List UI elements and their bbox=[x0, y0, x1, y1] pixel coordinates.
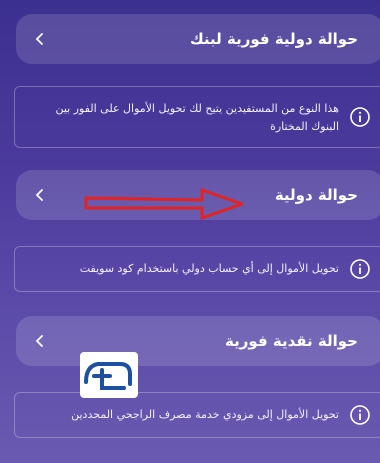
section-title: حوالة نقدية فورية bbox=[225, 332, 358, 350]
info-icon bbox=[350, 405, 370, 425]
chevron-left-icon bbox=[35, 189, 43, 201]
info-text-line-1: هذا النوع من المستفيدين يتيح لك تحويل ال… bbox=[55, 102, 339, 115]
info-box: تحويل الأموال إلى أي حساب دولي باستخدام … bbox=[14, 246, 380, 292]
info-text-line-2: البنوك المختارة bbox=[270, 120, 339, 133]
info-text-line-1: تحويل الأموال إلى مزودي خدمة مصرف الراجح… bbox=[71, 408, 339, 421]
info-box: هذا النوع من المستفيدين يتيح لك تحويل ال… bbox=[14, 86, 380, 148]
section-title: حوالة دولية bbox=[274, 186, 358, 204]
info-text-line-1: تحويل الأموال إلى أي حساب دولي باستخدام … bbox=[79, 262, 339, 275]
info-box: تحويل الأموال إلى مزودي خدمة مصرف الراجح… bbox=[14, 392, 380, 438]
info-icon bbox=[350, 107, 370, 127]
chevron-left-icon bbox=[35, 33, 43, 45]
section-title: حوالة دولية فورية لبنك bbox=[189, 30, 358, 48]
red-arrow-annotation bbox=[84, 188, 244, 220]
info-icon bbox=[350, 259, 370, 279]
section-instant-cash[interactable]: حوالة نقدية فورية bbox=[16, 316, 380, 366]
section-international-instant-bank[interactable]: حوالة دولية فورية لبنك bbox=[16, 14, 380, 64]
chevron-left-icon bbox=[35, 335, 43, 347]
